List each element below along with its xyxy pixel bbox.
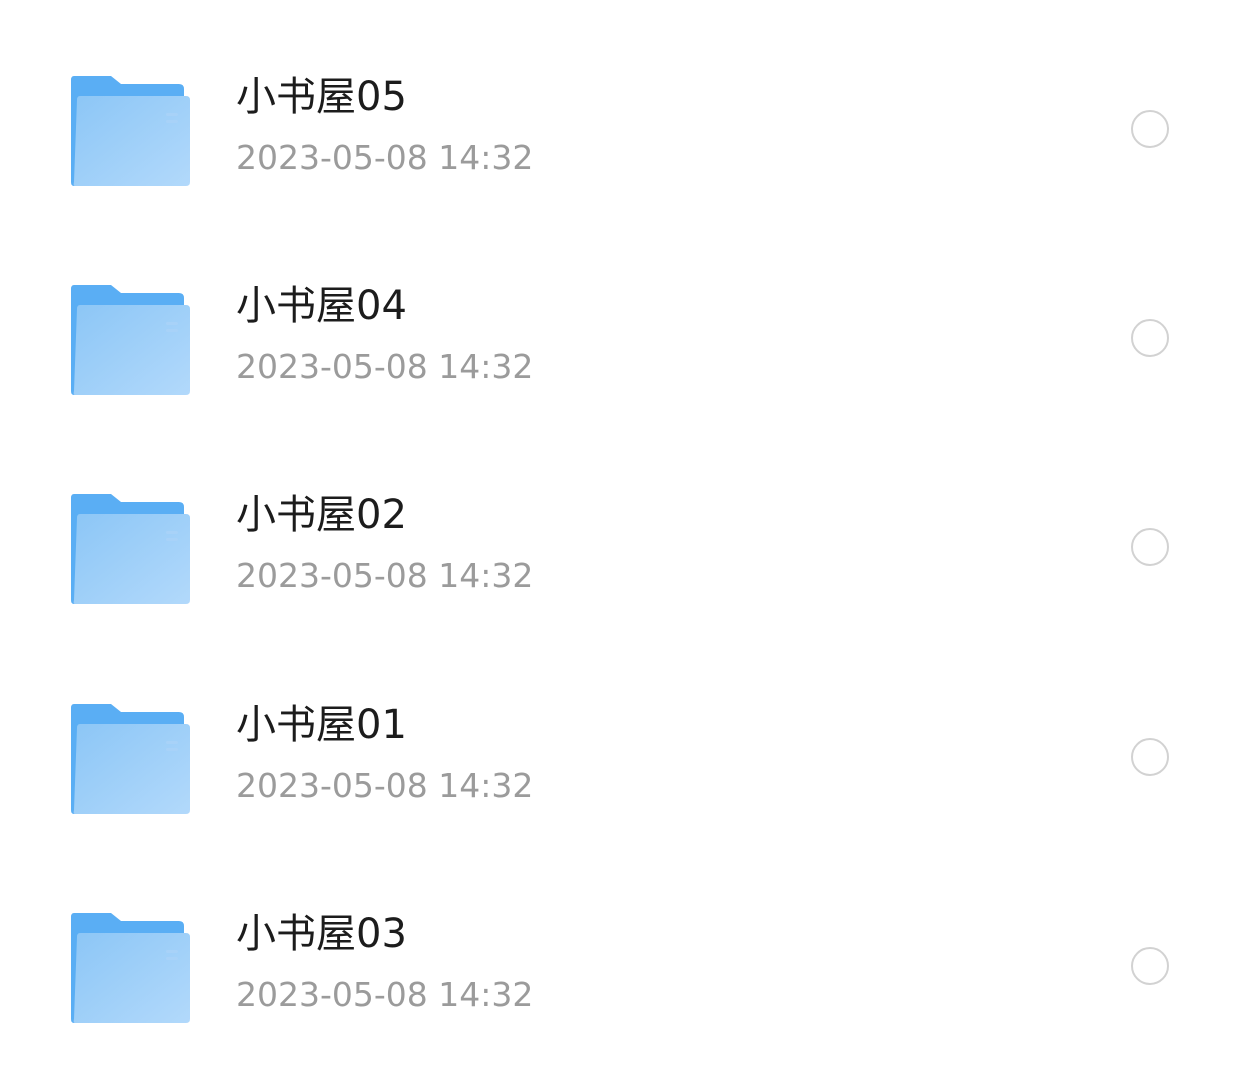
- folder-icon: [71, 704, 190, 814]
- folder-icon: [71, 76, 190, 186]
- folder-icon: [71, 494, 190, 604]
- list-item[interactable]: 小书屋02 2023-05-08 14:32: [0, 474, 1254, 654]
- select-radio[interactable]: [1131, 110, 1169, 148]
- file-date: 2023-05-08 14:32: [236, 138, 534, 177]
- file-date: 2023-05-08 14:32: [236, 975, 534, 1014]
- select-radio[interactable]: [1131, 738, 1169, 776]
- file-name: 小书屋04: [236, 283, 407, 329]
- file-name: 小书屋02: [236, 492, 407, 538]
- file-date: 2023-05-08 14:32: [236, 766, 534, 805]
- select-radio[interactable]: [1131, 319, 1169, 357]
- file-name: 小书屋01: [236, 702, 407, 748]
- file-name: 小书屋05: [236, 74, 407, 120]
- file-date: 2023-05-08 14:32: [236, 347, 534, 386]
- select-radio[interactable]: [1131, 528, 1169, 566]
- file-name: 小书屋03: [236, 911, 407, 957]
- list-item[interactable]: 小书屋05 2023-05-08 14:32: [0, 56, 1254, 236]
- file-list: 小书屋05 2023-05-08 14:32 小书屋04 2023-05-08 …: [0, 0, 1254, 1080]
- list-item[interactable]: 小书屋04 2023-05-08 14:32: [0, 265, 1254, 445]
- folder-icon: [71, 913, 190, 1023]
- folder-icon: [71, 285, 190, 395]
- list-item[interactable]: 小书屋03 2023-05-08 14:32: [0, 893, 1254, 1073]
- list-item[interactable]: 小书屋01 2023-05-08 14:32: [0, 684, 1254, 864]
- select-radio[interactable]: [1131, 947, 1169, 985]
- file-date: 2023-05-08 14:32: [236, 556, 534, 595]
